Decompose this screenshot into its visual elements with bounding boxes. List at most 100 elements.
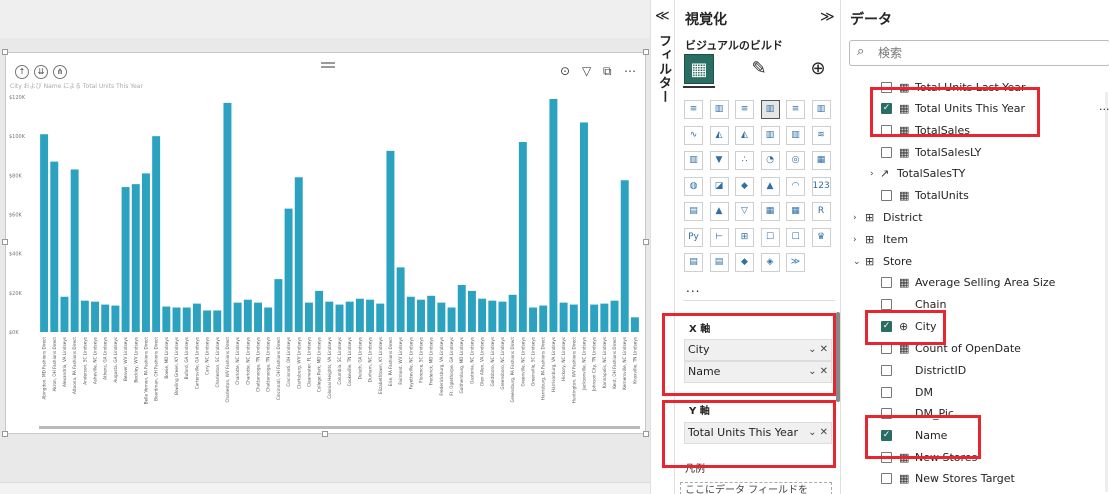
field-item-totalsalesty[interactable]: › ↗ TotalSalesTY — [841, 163, 1103, 185]
clustered-bar-icon[interactable]: ≡ — [735, 100, 754, 119]
chevron-right-icon[interactable]: › — [870, 163, 874, 185]
legend-drop-zone[interactable]: ここにデータ フィールドを — [680, 482, 832, 494]
chart-bar[interactable] — [325, 301, 334, 332]
chart-bar[interactable] — [569, 304, 578, 332]
chart-bar[interactable] — [274, 279, 283, 333]
chart-bar[interactable] — [345, 301, 354, 332]
chart-bar[interactable] — [294, 177, 303, 332]
drill-up-icon[interactable]: ↑ — [15, 65, 29, 79]
bar-chart-visual[interactable]: ↑ ⇊ ⋔ ⊙ ▽ ⧉ ⋯ City および Name による Total Un… — [2, 49, 649, 437]
chart-bar[interactable] — [111, 305, 120, 332]
stacked-column-icon[interactable]: ▥ — [709, 100, 729, 119]
field-checkbox[interactable] — [881, 365, 892, 376]
chart-bar[interactable] — [304, 302, 313, 333]
field-checkbox[interactable] — [881, 147, 892, 158]
chart-bar[interactable] — [315, 290, 324, 333]
shape-map-icon[interactable]: ◆ — [735, 176, 754, 196]
chevron-right-icon[interactable]: › — [853, 229, 857, 251]
chart-bar[interactable] — [447, 307, 456, 332]
chart-bar[interactable] — [40, 134, 49, 332]
scatter-icon[interactable]: ∴ — [735, 151, 754, 170]
chart-bar[interactable] — [620, 180, 629, 332]
gauge-icon[interactable]: ◠ — [786, 176, 805, 196]
chart-bar[interactable] — [539, 305, 548, 332]
goals-icon[interactable]: ♛ — [811, 227, 831, 247]
card-icon[interactable]: 123 — [811, 176, 831, 196]
chart-bar[interactable] — [467, 290, 476, 333]
search-input[interactable] — [878, 44, 1098, 62]
chart-bar[interactable] — [406, 296, 415, 332]
chart-bar[interactable] — [254, 302, 262, 333]
chart-bar[interactable] — [203, 310, 212, 332]
chart-bar[interactable] — [366, 299, 375, 332]
chart-bar[interactable] — [549, 98, 558, 333]
chart-bar[interactable] — [91, 301, 99, 332]
field-item-item[interactable]: › ⊞ Item — [841, 229, 1103, 251]
line-clustered-icon[interactable]: ▥ — [786, 125, 805, 145]
chart-bar[interactable] — [529, 307, 538, 332]
clustered-column-icon[interactable]: ▥ — [760, 100, 780, 119]
more-options-icon[interactable]: ... — [1099, 100, 1109, 113]
filled-map-icon[interactable]: ◪ — [709, 176, 729, 196]
key-influencers-icon[interactable]: ⊢ — [709, 227, 729, 247]
chart-bar[interactable] — [488, 300, 497, 332]
line-icon[interactable]: ∿ — [684, 125, 703, 145]
ribbon-icon[interactable]: ≋ — [811, 125, 831, 145]
multirow-card-icon[interactable]: ▤ — [684, 202, 703, 221]
power-apps-icon[interactable]: ◆ — [735, 253, 754, 272]
line-column-icon[interactable]: ▥ — [760, 125, 780, 145]
chart-bar[interactable] — [192, 303, 201, 332]
chart-bar[interactable] — [600, 303, 609, 332]
filters-label[interactable]: フィルター — [654, 34, 673, 104]
100-column-icon[interactable]: ▥ — [811, 100, 831, 119]
chart-bar[interactable] — [508, 294, 517, 332]
scrollbar[interactable] — [1105, 92, 1108, 492]
chart-bar[interactable] — [518, 142, 527, 332]
qa-icon[interactable]: ☐ — [760, 227, 780, 247]
azure-map-icon[interactable]: ▲ — [760, 176, 780, 196]
chart-bar[interactable] — [141, 173, 150, 333]
chart-bar[interactable] — [60, 296, 69, 332]
field-checkbox[interactable] — [881, 387, 892, 398]
kpi-icon[interactable]: ▲ — [709, 202, 729, 221]
collapse-filters-icon[interactable]: ≪ — [655, 8, 670, 24]
donut-icon[interactable]: ◎ — [786, 151, 805, 170]
chart-bar[interactable] — [80, 300, 89, 332]
field-item-totalunits[interactable]: ▦ TotalUnits — [841, 185, 1103, 207]
chart-bar[interactable] — [213, 310, 222, 332]
100-bar-icon[interactable]: ≡ — [786, 100, 805, 119]
field-item-totalsalesly[interactable]: ▦ TotalSalesLY — [841, 142, 1103, 164]
chart-bar[interactable] — [457, 285, 466, 332]
expand-pane-icon[interactable]: ≫ — [820, 9, 835, 25]
slicer-icon[interactable]: ▽ — [735, 202, 754, 221]
field-item-new-stores-target[interactable]: ▦ New Stores Target — [841, 468, 1103, 490]
chart-bar[interactable] — [182, 307, 191, 332]
chart-bar[interactable] — [101, 304, 110, 332]
chart-bar[interactable] — [284, 208, 293, 333]
chart-bar[interactable] — [498, 301, 507, 332]
matrix-icon[interactable]: ▦ — [786, 202, 805, 221]
field-item-store[interactable]: ⌄ ⊞ Store — [841, 251, 1103, 273]
focus-mode-icon[interactable]: ⧉ — [603, 64, 612, 78]
field-checkbox[interactable] — [881, 277, 892, 288]
analytics-tab-icon[interactable]: ⊕ — [803, 54, 833, 84]
chart-bar[interactable] — [610, 300, 619, 332]
chart-bar[interactable] — [630, 317, 639, 332]
chart-bar[interactable] — [131, 184, 140, 332]
chart-bar[interactable] — [70, 169, 79, 332]
r-visual-icon[interactable]: R — [811, 202, 831, 221]
chart-bar[interactable] — [437, 302, 446, 333]
chart-bar[interactable] — [121, 187, 130, 332]
stacked-area-icon[interactable]: ◭ — [735, 125, 754, 145]
more-visuals-button[interactable]: ... — [686, 281, 700, 295]
chart-bar[interactable] — [355, 298, 364, 332]
drill-mode-icon[interactable]: ⊙ — [560, 64, 570, 78]
chart-bar[interactable] — [152, 136, 161, 332]
chart-bar[interactable] — [335, 304, 344, 332]
chart-bar[interactable] — [172, 307, 181, 332]
chart-bar[interactable] — [233, 302, 242, 333]
drill-down-icon[interactable]: ⇊ — [34, 65, 48, 79]
more-options-icon[interactable]: ⋯ — [624, 64, 636, 78]
chart-bar[interactable] — [376, 303, 385, 332]
paginated-icon[interactable]: ▤ — [684, 253, 703, 272]
